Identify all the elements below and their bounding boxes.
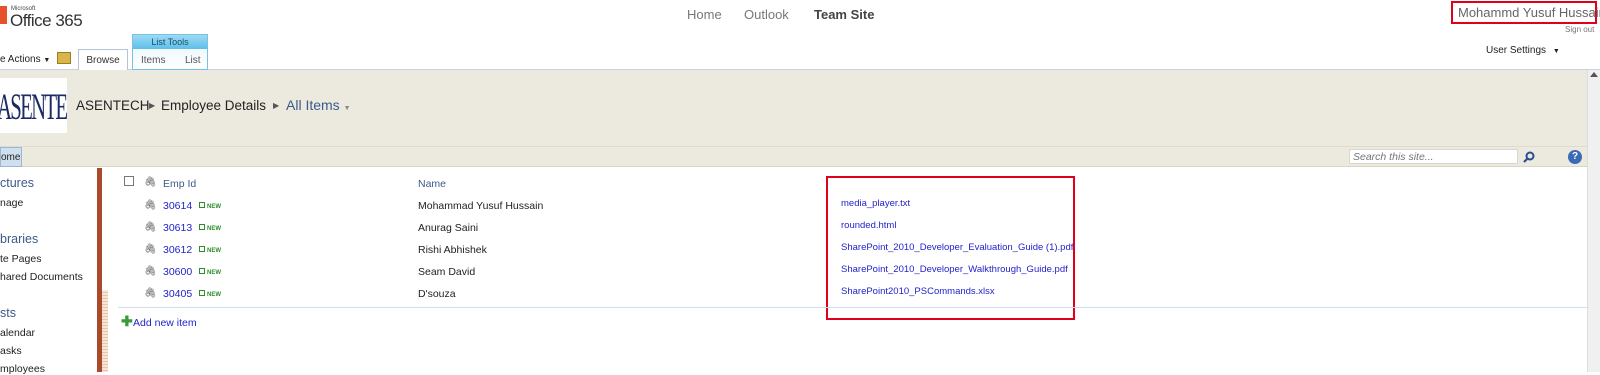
list-tools-group: List Tools Items List (132, 34, 208, 70)
new-badge: NEW (199, 290, 221, 298)
ql-heading-lists[interactable]: sts (0, 306, 16, 320)
attachment-icon: 🖇 (144, 222, 157, 233)
view-selector[interactable]: All Items ▼ (286, 97, 351, 113)
tab-browse[interactable]: Browse (78, 49, 128, 70)
attachment-link[interactable]: media_player.txt (841, 198, 910, 209)
help-icon[interactable]: ? (1568, 150, 1582, 164)
employee-name: Rishi Abhishek (418, 244, 487, 256)
nav-home[interactable]: Home (687, 7, 722, 22)
ql-item-tasks[interactable]: asks (0, 345, 22, 357)
user-menu[interactable]: Mohammd Yusuf Hussain (1451, 1, 1600, 24)
breadcrumb-site[interactable]: ASENTECH (76, 98, 150, 113)
attachment-link[interactable]: SharePoint_2010_Developer_Walkthrough_Gu… (841, 264, 1068, 275)
ql-item-employees[interactable]: mployees (0, 363, 45, 375)
search-input[interactable] (1349, 149, 1518, 164)
scroll-up-icon[interactable] (1590, 72, 1598, 77)
new-badge: NEW (199, 268, 221, 276)
breadcrumb-separator-icon: ▶ (273, 101, 280, 110)
list-divider (118, 307, 1587, 308)
select-all-checkbox[interactable] (124, 176, 134, 186)
navigate-up-icon[interactable] (57, 52, 71, 64)
list-tools-label: List Tools (133, 35, 207, 49)
chevron-down-icon: ▼ (343, 105, 351, 112)
attachment-icon: 🖇 (144, 266, 157, 277)
emp-id-link[interactable]: 30613 (163, 222, 192, 234)
ql-heading-pictures[interactable]: ctures (0, 176, 34, 190)
ql-item-image[interactable]: nage (0, 197, 23, 209)
attachment-link[interactable]: SharePoint_2010_Developer_Evaluation_Gui… (841, 242, 1073, 253)
ribbon: e Actions ▼ Browse List Tools Items List… (0, 34, 1600, 70)
ql-item-shared-documents[interactable]: hared Documents (0, 271, 83, 283)
site-logo[interactable]: ASENTECH (0, 78, 67, 133)
column-header-emp-id[interactable]: Emp Id (163, 178, 196, 190)
breadcrumb-separator-icon: ▶ (149, 101, 156, 110)
employee-name: Anurag Saini (418, 222, 479, 234)
top-link-bar: ome ? (0, 146, 1587, 167)
attachment-icon: 🖇 (144, 200, 157, 211)
top-bar: Microsoft Office 365 Home Outlook Team S… (0, 0, 1600, 34)
employee-name: Seam David (418, 266, 476, 278)
attachment-link[interactable]: rounded.html (841, 220, 896, 231)
emp-id-link[interactable]: 30600 (163, 266, 192, 278)
ql-heading-libraries[interactable]: braries (0, 232, 38, 246)
tab-items[interactable]: Items (141, 55, 165, 66)
emp-id-link[interactable]: 30614 (163, 200, 192, 212)
emp-id-link[interactable]: 30612 (163, 244, 192, 256)
user-settings-menu[interactable]: User Settings ▼ (1486, 45, 1560, 56)
divider-pattern (102, 290, 108, 372)
new-badge: NEW (199, 224, 221, 232)
employee-name: Mohammad Yusuf Hussain (418, 200, 544, 212)
attachment-icon: 🖇 (144, 244, 157, 255)
user-settings-label[interactable]: User Settings (1486, 45, 1546, 56)
ql-item-calendar[interactable]: alendar (0, 327, 35, 339)
attachment-icon: 🖇 (144, 177, 157, 188)
tab-list[interactable]: List (185, 55, 201, 66)
title-area: ASENTECH ASENTECH ▶ Employee Details ▶ A… (0, 70, 1587, 146)
column-header-name[interactable]: Name (418, 178, 446, 190)
quick-launch: ctures nage braries te Pages hared Docum… (0, 168, 98, 375)
search-icon[interactable] (1523, 151, 1535, 163)
sign-out-link[interactable]: Sign out (1565, 25, 1594, 34)
add-new-item-link[interactable]: Add new item (133, 317, 197, 329)
site-actions-menu[interactable]: e Actions ▼ (0, 54, 50, 65)
view-selector-label[interactable]: All Items (286, 97, 340, 113)
user-name[interactable]: Mohammd Yusuf Hussain (1458, 5, 1600, 20)
chevron-down-icon: ▼ (43, 57, 51, 64)
scrollbar[interactable] (1587, 70, 1600, 372)
tab-home[interactable]: ome (0, 147, 22, 167)
new-badge: NEW (199, 246, 221, 254)
ql-item-site-pages[interactable]: te Pages (0, 253, 41, 265)
office-logo-icon (0, 6, 7, 24)
site-logo-text: ASENTECH (0, 87, 67, 128)
logo-product: Office 365 (10, 11, 83, 30)
nav-outlook[interactable]: Outlook (744, 7, 789, 22)
attachment-link[interactable]: SharePoint2010_PSCommands.xlsx (841, 286, 995, 297)
breadcrumb-list[interactable]: Employee Details (161, 98, 266, 113)
employee-name: D'souza (418, 288, 456, 300)
add-icon[interactable]: ✚ (121, 314, 133, 328)
nav-team-site[interactable]: Team Site (814, 7, 874, 22)
attachment-icon: 🖇 (144, 288, 157, 299)
chevron-down-icon: ▼ (1552, 48, 1560, 55)
emp-id-link[interactable]: 30405 (163, 288, 192, 300)
site-actions-label[interactable]: e Actions (0, 54, 41, 65)
new-badge: NEW (199, 202, 221, 210)
